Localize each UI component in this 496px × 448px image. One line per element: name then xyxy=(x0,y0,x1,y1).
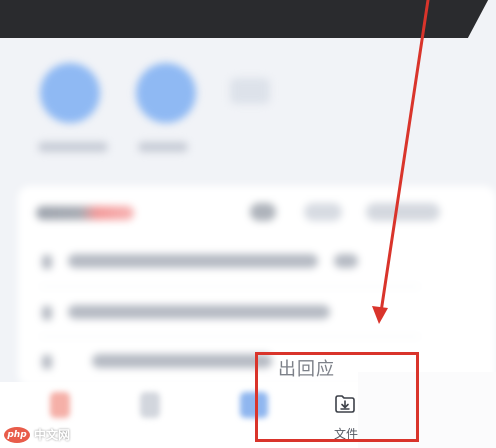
nav-home-icon[interactable] xyxy=(50,392,70,418)
list-item-tail xyxy=(334,254,358,268)
list-item-number xyxy=(42,255,52,269)
section-tab-2[interactable] xyxy=(304,203,342,221)
list-item[interactable] xyxy=(68,305,330,319)
divider xyxy=(40,336,420,337)
nav-center-icon[interactable] xyxy=(240,392,268,418)
bottom-right-cover xyxy=(358,372,496,448)
divider xyxy=(40,286,420,287)
watermark-badge: php xyxy=(4,426,30,443)
feature-avatar-1[interactable] xyxy=(40,63,100,123)
feature-label-2 xyxy=(138,142,188,152)
section-header xyxy=(36,206,134,220)
folder-download-icon[interactable] xyxy=(334,394,356,414)
section-tab-3[interactable] xyxy=(366,203,440,221)
list-item-number xyxy=(42,355,52,369)
watermark-text: 中文网 xyxy=(34,428,71,442)
feature-avatar-2[interactable] xyxy=(136,63,196,123)
list-item[interactable] xyxy=(92,354,272,368)
list-item[interactable] xyxy=(68,254,318,268)
nav-file-label[interactable]: 文件 xyxy=(334,425,358,442)
nav-discover-icon[interactable] xyxy=(140,392,160,418)
watermark: php 中文网 xyxy=(4,426,70,443)
overlay-heading: 出回应 xyxy=(278,359,335,380)
list-item-number xyxy=(42,306,52,320)
feature-placeholder-icon[interactable] xyxy=(230,78,270,104)
section-tab-1[interactable] xyxy=(250,203,276,221)
feature-label-1 xyxy=(38,142,108,152)
